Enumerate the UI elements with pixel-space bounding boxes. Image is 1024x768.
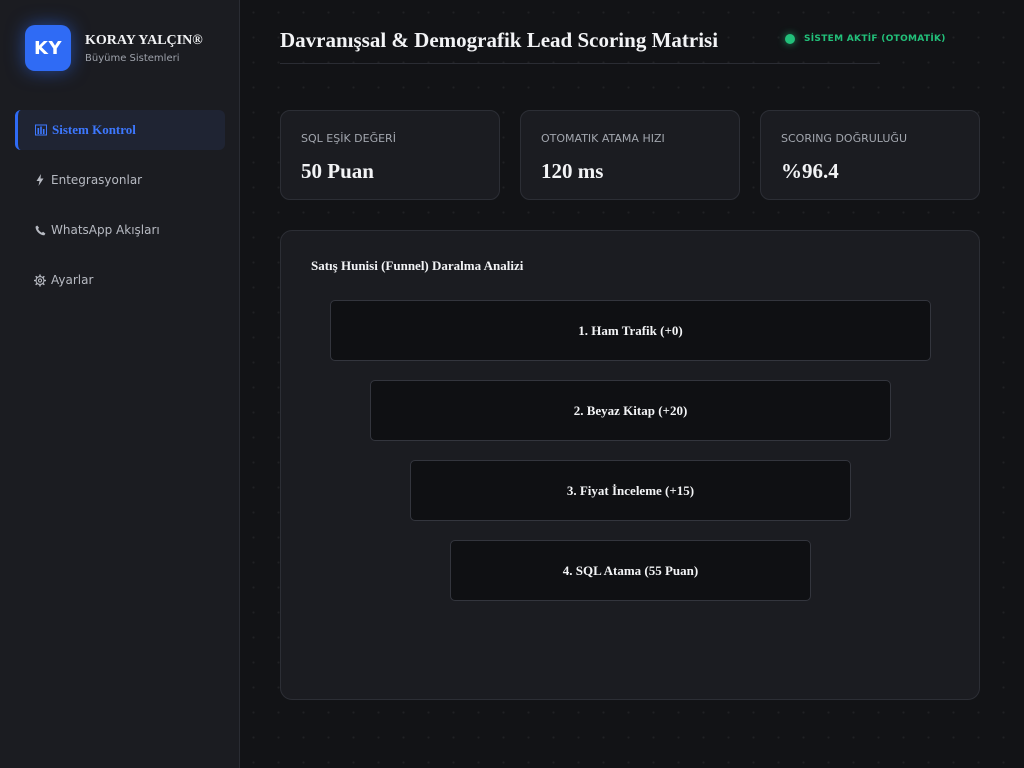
phone-icon (34, 225, 46, 236)
brand-text: KORAY YALÇIN® Büyüme Sistemleri (85, 32, 203, 64)
stat-value: 50 Puan (301, 159, 374, 183)
sidebar-item-whatsapp-akislari[interactable]: WhatsApp Akışları (15, 210, 225, 250)
status-dot-icon (785, 34, 795, 44)
sidebar-item-label: WhatsApp Akışları (51, 223, 160, 237)
brand: KY KORAY YALÇIN® Büyüme Sistemleri (25, 25, 203, 71)
app-root: KY KORAY YALÇIN® Büyüme Sistemleri Siste… (0, 0, 1024, 768)
status-indicator: SİSTEM AKTİF (OTOMATİK) (785, 34, 946, 44)
status-text: SİSTEM AKTİF (OTOMATİK) (804, 34, 946, 44)
stat-value: %96.4 (781, 159, 839, 183)
sidebar-item-entegrasyonlar[interactable]: Entegrasyonlar (15, 160, 225, 200)
stat-label: OTOMATIK ATAMA HIZI (541, 132, 665, 145)
sidebar-item-label: Sistem Kontrol (52, 122, 136, 137)
funnel-stage-3: 3. Fiyat İnceleme (+15) (410, 460, 851, 521)
funnel-title: Satış Hunisi (Funnel) Daralma Analizi (311, 258, 524, 273)
gear-icon (34, 273, 46, 287)
main-content: Davranışsal & Demografik Lead Scoring Ma… (241, 0, 1024, 768)
stat-value: 120 ms (541, 159, 604, 183)
funnel-panel: Satış Hunisi (Funnel) Daralma Analizi 1.… (280, 230, 980, 700)
stat-label: SCORING DOĞRULUĞU (781, 132, 908, 145)
sidebar-item-sistem-kontrol[interactable]: Sistem Kontrol (15, 110, 225, 150)
sidebar-nav: Sistem Kontrol Entegrasyonlar WhatsApp A… (15, 110, 225, 310)
stat-label: SQL EŞİK DEĞERİ (301, 132, 396, 145)
brand-logo: KY (25, 25, 71, 71)
sidebar: KY KORAY YALÇIN® Büyüme Sistemleri Siste… (0, 0, 240, 768)
stat-card-assign-speed: OTOMATIK ATAMA HIZI 120 ms (520, 110, 740, 200)
brand-subtitle: Büyüme Sistemleri (85, 53, 180, 64)
sidebar-item-label: Ayarlar (51, 273, 94, 287)
stat-card-scoring-accuracy: SCORING DOĞRULUĞU %96.4 (760, 110, 980, 200)
brand-name: KORAY YALÇIN® (85, 33, 203, 48)
sidebar-item-label: Entegrasyonlar (51, 173, 143, 187)
funnel-stage-4: 4. SQL Atama (55 Puan) (450, 540, 811, 601)
dashboard-icon (35, 124, 47, 136)
lightning-icon (34, 174, 46, 186)
stat-card-sql-threshold: SQL EŞİK DEĞERİ 50 Puan (280, 110, 500, 200)
funnel-stage-2: 2. Beyaz Kitap (+20) (370, 380, 891, 441)
funnel-stage-1: 1. Ham Trafik (+0) (330, 300, 931, 361)
sidebar-item-ayarlar[interactable]: Ayarlar (15, 260, 225, 300)
